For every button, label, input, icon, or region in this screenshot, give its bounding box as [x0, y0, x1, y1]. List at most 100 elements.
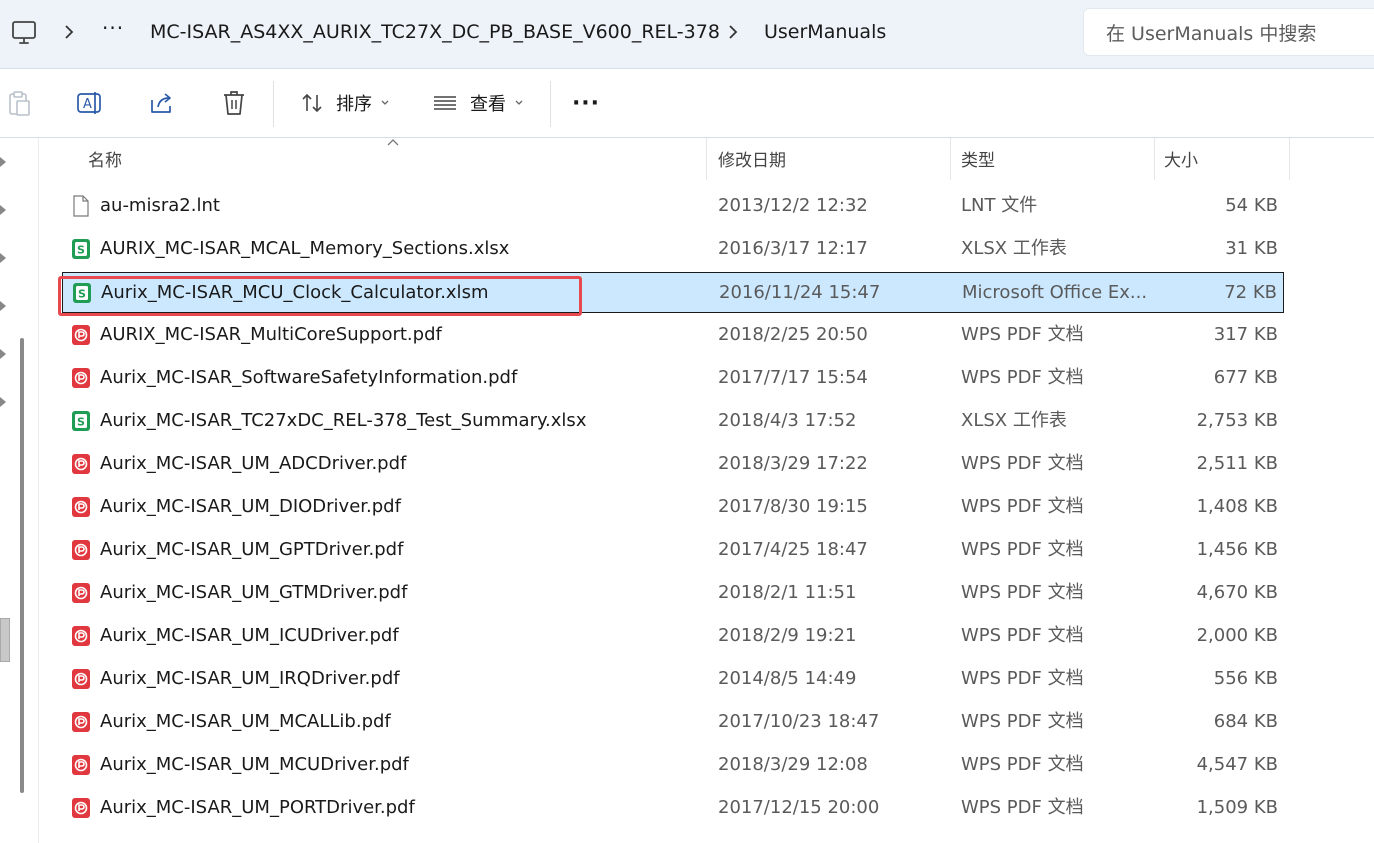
pdf-icon	[71, 797, 91, 819]
nav-scrollbar-thumb[interactable]	[20, 338, 24, 793]
column-divider[interactable]	[1154, 138, 1155, 180]
file-date-modified: 2016/3/17 12:17	[718, 238, 868, 259]
file-row[interactable]: au-misra2.lnt 2013/12/2 12:32 LNT 文件 54 KB	[62, 186, 1284, 227]
delete-button[interactable]	[214, 83, 254, 123]
file-date-modified: 2017/8/30 19:15	[718, 496, 868, 517]
view-label: 查看	[470, 94, 506, 115]
column-header-name[interactable]: 名称	[88, 146, 122, 171]
expand-arrow-icon[interactable]	[0, 348, 8, 360]
file-size: 556 KB	[1213, 668, 1278, 689]
file-size: 2,511 KB	[1196, 453, 1278, 474]
file-date-modified: 2013/12/2 12:32	[718, 195, 868, 216]
share-icon	[151, 93, 171, 113]
file-type: WPS PDF 文档	[961, 754, 1084, 775]
share-button[interactable]	[142, 83, 182, 123]
file-row[interactable]: Aurix_MC-ISAR_UM_MCALLib.pdf 2017/10/23 1…	[62, 702, 1284, 743]
chevron-right-icon[interactable]	[726, 23, 740, 41]
file-size: 4,670 KB	[1196, 582, 1278, 603]
file-row[interactable]: Aurix_MC-ISAR_SoftwareSafetyInformation.…	[62, 358, 1284, 399]
file-date-modified: 2017/7/17 15:54	[718, 367, 868, 388]
file-type: WPS PDF 文档	[961, 496, 1084, 517]
file-date-modified: 2018/4/3 17:52	[718, 410, 857, 431]
sort-button[interactable]: 排序	[294, 83, 410, 123]
breadcrumb-current-folder[interactable]: UserManuals	[764, 18, 886, 46]
chevron-down-icon	[381, 100, 389, 105]
pdf-icon	[71, 625, 91, 647]
file-row[interactable]: S AURIX_MC-ISAR_MCAL_Memory_Sections.xlsx…	[62, 229, 1284, 270]
file-name: Aurix_MC-ISAR_UM_GPTDriver.pdf	[100, 539, 404, 560]
pdf-icon	[71, 711, 91, 733]
toolbar-divider	[550, 81, 551, 127]
file-name: AURIX_MC-ISAR_MCAL_Memory_Sections.xlsx	[100, 238, 510, 259]
svg-text:A: A	[83, 97, 92, 112]
view-list-icon	[434, 96, 456, 110]
file-row[interactable]: Aurix_MC-ISAR_UM_GTMDriver.pdf 2018/2/1 1…	[62, 573, 1284, 614]
expand-arrow-icon[interactable]	[0, 252, 8, 264]
column-divider[interactable]	[1289, 138, 1290, 180]
pdf-icon	[71, 582, 91, 604]
file-type: WPS PDF 文档	[961, 367, 1084, 388]
more-options-button[interactable]: ···	[566, 83, 606, 123]
file-size: 31 KB	[1225, 238, 1278, 259]
file-row[interactable]: AURIX_MC-ISAR_MultiCoreSupport.pdf 2018/2…	[62, 315, 1284, 356]
file-type: WPS PDF 文档	[961, 797, 1084, 818]
sort-ascending-icon	[387, 139, 399, 146]
toolbar-divider	[273, 81, 274, 127]
file-type: XLSX 工作表	[961, 410, 1067, 431]
file-size: 684 KB	[1213, 711, 1278, 732]
file-row[interactable]: Aurix_MC-ISAR_UM_GPTDriver.pdf 2017/4/25 …	[62, 530, 1284, 571]
this-pc-icon[interactable]	[11, 20, 37, 46]
expand-arrow-icon[interactable]	[0, 300, 8, 312]
file-type: XLSX 工作表	[961, 238, 1067, 259]
pdf-icon	[71, 367, 91, 389]
pdf-icon	[71, 754, 91, 776]
breadcrumb-overflow[interactable]: ···	[102, 14, 124, 42]
pdf-icon	[71, 668, 91, 690]
column-divider[interactable]	[706, 138, 707, 180]
file-row[interactable]: Aurix_MC-ISAR_UM_DIODriver.pdf 2017/8/30 …	[62, 487, 1284, 528]
chevron-right-icon[interactable]	[62, 23, 76, 41]
file-date-modified: 2017/10/23 18:47	[718, 711, 880, 732]
file-row-selected[interactable]: S Aurix_MC-ISAR_MCU_Clock_Calculator.xlsm…	[62, 272, 1284, 313]
file-row[interactable]: Aurix_MC-ISAR_UM_ICUDriver.pdf 2018/2/9 1…	[62, 616, 1284, 657]
file-row[interactable]: Aurix_MC-ISAR_UM_ADCDriver.pdf 2018/3/29 …	[62, 444, 1284, 485]
view-button[interactable]: 查看	[428, 83, 542, 123]
file-size: 2,000 KB	[1196, 625, 1278, 646]
expand-arrow-icon[interactable]	[0, 396, 8, 408]
column-header-size[interactable]: 大小	[1164, 146, 1198, 171]
rename-icon: A	[77, 92, 101, 114]
file-type: WPS PDF 文档	[961, 539, 1084, 560]
file-date-modified: 2018/2/1 11:51	[718, 582, 857, 603]
file-type: WPS PDF 文档	[961, 453, 1084, 474]
spreadsheet-icon: S	[71, 410, 91, 432]
chevron-down-icon	[515, 100, 523, 105]
file-size: 72 KB	[1224, 282, 1277, 303]
search-input[interactable]	[1104, 19, 1368, 49]
column-header-type[interactable]: 类型	[961, 146, 995, 171]
column-header-date[interactable]: 修改日期	[718, 146, 786, 171]
column-divider[interactable]	[950, 138, 951, 180]
file-date-modified: 2018/3/29 12:08	[718, 754, 868, 775]
pdf-icon	[71, 496, 91, 518]
rename-button[interactable]: A	[70, 83, 110, 123]
svg-text:S: S	[78, 288, 86, 301]
file-date-modified: 2017/12/15 20:00	[718, 797, 880, 818]
pdf-icon	[71, 453, 91, 475]
generic-file-icon	[71, 195, 91, 217]
search-box[interactable]	[1083, 8, 1374, 56]
file-row[interactable]: Aurix_MC-ISAR_UM_PORTDriver.pdf 2017/12/1…	[62, 788, 1284, 829]
breadcrumb-parent-folder[interactable]: MC-ISAR_AS4XX_AURIX_TC27X_DC_PB_BASE_V60…	[150, 18, 720, 46]
paste-button[interactable]	[4, 83, 34, 123]
file-size: 2,753 KB	[1196, 410, 1278, 431]
expand-arrow-icon[interactable]	[0, 204, 8, 216]
file-size: 54 KB	[1225, 195, 1278, 216]
file-size: 1,456 KB	[1196, 539, 1278, 560]
file-name: Aurix_MC-ISAR_MCU_Clock_Calculator.xlsm	[101, 282, 489, 303]
expand-arrow-icon[interactable]	[0, 156, 8, 168]
file-row[interactable]: S Aurix_MC-ISAR_TC27xDC_REL-378_Test_Summ…	[62, 401, 1284, 442]
nav-scrollbar-edge[interactable]	[0, 618, 10, 662]
file-size: 317 KB	[1213, 324, 1278, 345]
file-row[interactable]: Aurix_MC-ISAR_UM_MCUDriver.pdf 2018/3/29 …	[62, 745, 1284, 786]
file-row[interactable]: Aurix_MC-ISAR_UM_IRQDriver.pdf 2014/8/5 1…	[62, 659, 1284, 700]
file-name: Aurix_MC-ISAR_SoftwareSafetyInformation.…	[100, 367, 518, 388]
